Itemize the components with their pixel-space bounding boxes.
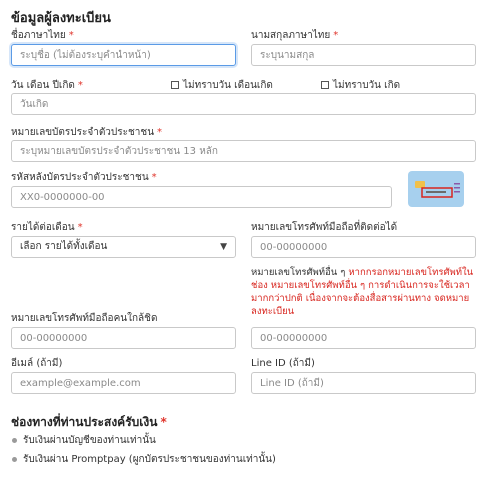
last-name-input[interactable] bbox=[251, 44, 476, 66]
laser-code-input[interactable] bbox=[11, 186, 392, 208]
income-selected-value: เลือก รายได้ทั้งเดือน bbox=[20, 241, 108, 252]
payment-option-promptpay[interactable]: รับเงินผ่าน Promptpay (ผูกบัตรประชาชนของ… bbox=[12, 452, 276, 467]
other-phone-input[interactable] bbox=[251, 327, 476, 349]
section-title: ข้อมูลผู้ลงทะเบียน bbox=[11, 11, 111, 26]
first-name-input[interactable] bbox=[11, 44, 236, 66]
first-name-label: ชื่อภาษาไทย * bbox=[11, 30, 74, 41]
radio-icon bbox=[12, 456, 17, 462]
relative-phone-label: หมายเลขโทรศัพท์มือถือคนใกล้ชิด bbox=[11, 313, 158, 324]
mobile-input[interactable] bbox=[251, 236, 476, 258]
mobile-label: หมายเลขโทรศัพท์มือถือที่ติดต่อได้ bbox=[251, 222, 398, 233]
id-number-label: หมายเลขบัตรประจำตัวประชาชน * bbox=[11, 127, 163, 138]
unknown-day-checkbox[interactable]: ไม่ทราบวัน เกิด bbox=[321, 78, 400, 93]
other-phone-label: หมายเลขโทรศัพท์อื่น ๆ หากกรอกหมายเลขโทรศ… bbox=[251, 267, 474, 317]
income-label: รายได้ต่อเดือน * bbox=[11, 222, 83, 233]
payment-title: ช่องทางที่ท่านประสงค์รับเงิน * bbox=[11, 415, 167, 429]
id-card-back-icon bbox=[408, 171, 464, 207]
email-label: อีเมล์ (ถ้ามี) bbox=[11, 358, 63, 369]
line-id-label: Line ID (ถ้ามี) bbox=[251, 358, 315, 369]
payment-option-bank[interactable]: รับเงินผ่านบัญชีของท่านเท่านั้น bbox=[12, 433, 156, 448]
id-number-input[interactable] bbox=[11, 140, 476, 162]
caret-down-icon: ▼ bbox=[220, 242, 227, 252]
email-input[interactable] bbox=[11, 372, 236, 394]
unknown-day-month-checkbox[interactable]: ไม่ทราบวัน เดือนเกิด bbox=[171, 78, 273, 93]
relative-phone-input[interactable] bbox=[11, 327, 236, 349]
birth-date-label: วัน เดือน ปีเกิด * bbox=[11, 80, 83, 91]
checkbox-icon bbox=[171, 81, 179, 89]
birth-date-input[interactable] bbox=[11, 93, 476, 115]
income-select[interactable]: เลือก รายได้ทั้งเดือน ▼ bbox=[11, 236, 236, 258]
last-name-label: นามสกุลภาษาไทย * bbox=[251, 30, 339, 41]
checkbox-icon bbox=[321, 81, 329, 89]
radio-icon bbox=[12, 437, 17, 443]
laser-code-label: รหัสหลังบัตรประจำตัวประชาชน * bbox=[11, 172, 157, 183]
line-id-input[interactable] bbox=[251, 372, 476, 394]
